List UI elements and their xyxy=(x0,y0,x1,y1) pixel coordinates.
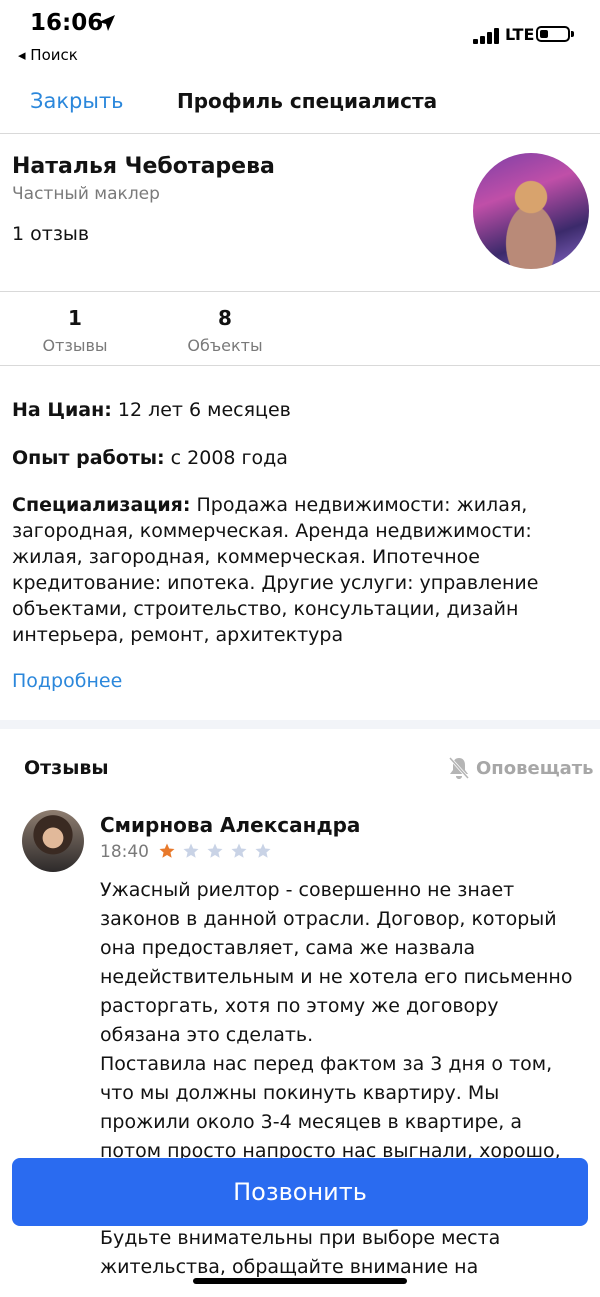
battery-tip xyxy=(571,31,574,37)
star-empty-icon xyxy=(231,843,247,858)
status-time: 16:06 xyxy=(30,10,104,36)
stat-objects-label: Объекты xyxy=(187,336,263,355)
star-empty-icon xyxy=(207,843,223,858)
notify-label: Оповещать xyxy=(476,757,594,779)
specialist-avatar xyxy=(473,153,589,269)
experience-label: Опыт работы: xyxy=(12,447,165,469)
experience: Опыт работы: с 2008 года xyxy=(12,445,588,471)
review-time: 18:40 xyxy=(100,842,149,862)
stat-objects-value: 8 xyxy=(218,306,232,330)
reviews-section-title: Отзывы xyxy=(24,757,109,779)
review-rating xyxy=(158,842,272,860)
reviewer-name: Смирнова Александра xyxy=(100,813,361,837)
signal-icon xyxy=(473,28,499,44)
stat-reviews-value: 1 xyxy=(68,306,82,330)
reviewer-avatar xyxy=(22,810,84,872)
page-title: Профиль специалиста xyxy=(177,89,438,113)
star-filled-icon xyxy=(159,843,175,858)
specialization-value: Продажа недвижимости: жилая, загородная,… xyxy=(12,494,539,646)
cian-tenure: На Циан: 12 лет 6 месяцев xyxy=(12,397,588,423)
star-empty-icon xyxy=(183,843,199,858)
more-details-link[interactable]: Подробнее xyxy=(12,670,122,692)
specialization-label: Специализация: xyxy=(12,494,191,516)
cian-label: На Циан: xyxy=(12,399,112,421)
nav-divider xyxy=(0,133,600,134)
home-indicator xyxy=(193,1278,407,1284)
specialist-name: Наталья Чеботарева xyxy=(12,154,275,179)
close-button[interactable]: Закрыть xyxy=(30,89,124,113)
notify-toggle[interactable]: Оповещать xyxy=(448,756,594,780)
profile-divider xyxy=(0,291,600,292)
stat-reviews-label: Отзывы xyxy=(42,336,108,355)
specialist-role: Частный маклер xyxy=(12,184,160,204)
stats-divider xyxy=(0,365,600,366)
cian-value: 12 лет 6 месяцев xyxy=(117,399,291,421)
specialization: Специализация: Продажа недвижимости: жил… xyxy=(12,492,588,648)
network-type: LTE xyxy=(505,25,535,44)
star-empty-icon xyxy=(255,843,271,858)
location-arrow-icon xyxy=(99,15,115,31)
reviews-count[interactable]: 1 отзыв xyxy=(12,223,89,245)
section-separator xyxy=(0,720,600,729)
call-button[interactable]: Позвонить xyxy=(12,1158,588,1226)
review-text: Ужасный риелтор - совершенно не знает за… xyxy=(100,879,573,1278)
experience-value: с 2008 года xyxy=(170,447,288,469)
bell-off-icon xyxy=(448,756,470,780)
battery-icon xyxy=(536,26,570,42)
back-to-search-link[interactable]: ◂ Поиск xyxy=(18,46,78,64)
